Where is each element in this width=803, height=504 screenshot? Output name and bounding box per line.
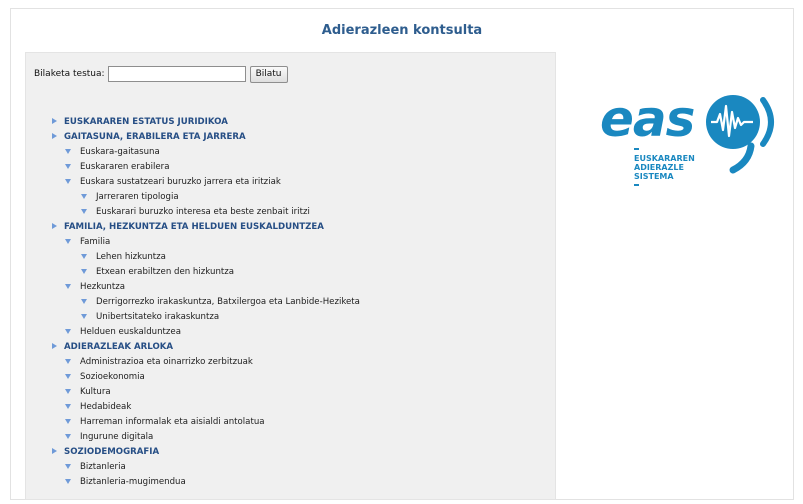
logo-line: ADIERAZLE [634, 163, 684, 172]
tree-item-label[interactable]: Ingurune digitala [68, 430, 153, 445]
tree-item-label[interactable]: Helduen euskalduntzea [68, 325, 181, 340]
expanded-arrow-icon[interactable] [65, 284, 71, 289]
expanded-arrow-icon[interactable] [65, 479, 71, 484]
tree-item-label[interactable]: Sozioekonomia [68, 370, 145, 385]
expanded-arrow-icon[interactable] [65, 419, 71, 424]
tree-item[interactable]: Unibertsitateko irakaskuntza [52, 310, 360, 325]
expanded-arrow-icon[interactable] [65, 239, 71, 244]
logo-line: SISTEMA [634, 172, 674, 181]
tree-item-label[interactable]: Hezkuntza [68, 280, 125, 295]
tree-item-label[interactable]: GAITASUNA, ERABILERA ETA JARRERA [52, 130, 246, 145]
collapsed-arrow-icon[interactable] [52, 223, 57, 229]
tree-item[interactable]: Derrigorrezko irakaskuntza, Batxilergoa … [52, 295, 360, 310]
tree-item-label[interactable]: Familia [68, 235, 110, 250]
expanded-arrow-icon[interactable] [65, 374, 71, 379]
tree-item[interactable]: Hezkuntza [52, 280, 360, 295]
expanded-arrow-icon[interactable] [65, 389, 71, 394]
tree-item-label[interactable]: FAMILIA, HEZKUNTZA ETA HELDUEN EUSKALDUN… [52, 220, 324, 235]
tree-item-label[interactable]: Etxean erabiltzen den hizkuntza [84, 265, 234, 280]
collapsed-arrow-icon[interactable] [52, 133, 57, 139]
search-input[interactable] [107, 66, 246, 82]
tree-item[interactable]: Lehen hizkuntza [52, 250, 360, 265]
expanded-arrow-icon[interactable] [65, 434, 71, 439]
tree-item[interactable]: Euskarari buruzko interesa eta beste zen… [52, 205, 360, 220]
tree-category[interactable]: EUSKARAREN ESTATUS JURIDIKOA [52, 115, 360, 130]
collapsed-arrow-icon[interactable] [52, 448, 57, 454]
search-bar: Bilaketa testua: Bilatu [34, 65, 288, 83]
collapsed-arrow-icon[interactable] [52, 343, 57, 349]
tree-category[interactable]: GAITASUNA, ERABILERA ETA JARRERA [52, 130, 360, 145]
search-label: Bilaketa testua: [34, 69, 105, 79]
tree-item-label[interactable]: Kultura [68, 385, 111, 400]
expanded-arrow-icon[interactable] [81, 314, 87, 319]
tree-category[interactable]: SOZIODEMOGRAFIA [52, 445, 360, 460]
tree-item[interactable]: Harreman informalak eta aisialdi antolat… [52, 415, 360, 430]
logo-line: EUSKARAREN [634, 154, 695, 163]
tree-item-label[interactable]: Harreman informalak eta aisialdi antolat… [68, 415, 265, 430]
tree-item-label[interactable]: Derrigorrezko irakaskuntza, Batxilergoa … [84, 295, 360, 310]
tree-item[interactable]: Etxean erabiltzen den hizkuntza [52, 265, 360, 280]
tree-item[interactable]: Helduen euskalduntzea [52, 325, 360, 340]
expanded-arrow-icon[interactable] [81, 299, 87, 304]
tree-item[interactable]: Euskara-gaitasuna [52, 145, 360, 160]
query-panel: Bilaketa testua: Bilatu EUSKARAREN ESTAT… [25, 52, 556, 500]
expanded-arrow-icon[interactable] [65, 164, 71, 169]
eas-logo: eas EUSKARAREN ADIERAZLE SISTEMA [600, 90, 800, 200]
tree-item-label[interactable]: Biztanleria [68, 460, 126, 475]
expanded-arrow-icon[interactable] [81, 209, 87, 214]
expanded-arrow-icon[interactable] [65, 404, 71, 409]
logo-wordmark: eas [600, 90, 695, 148]
logo-dash [634, 148, 639, 150]
tree-item[interactable]: Jarreraren tipologia [52, 190, 360, 205]
indicator-tree: EUSKARAREN ESTATUS JURIDIKOA GAITASUNA, E… [52, 115, 360, 490]
expanded-arrow-icon[interactable] [65, 179, 71, 184]
expanded-arrow-icon[interactable] [81, 269, 87, 274]
tree-item-label[interactable]: Euskara-gaitasuna [68, 145, 160, 160]
tree-item[interactable]: Hedabideak [52, 400, 360, 415]
tree-item[interactable]: Euskara sustatzeari buruzko jarrera eta … [52, 175, 360, 190]
tree-item[interactable]: Ingurune digitala [52, 430, 360, 445]
tree-item-label[interactable]: ADIERAZLEAK ARLOKA [52, 340, 173, 355]
expanded-arrow-icon[interactable] [65, 464, 71, 469]
expanded-arrow-icon[interactable] [81, 254, 87, 259]
tree-category[interactable]: FAMILIA, HEZKUNTZA ETA HELDUEN EUSKALDUN… [52, 220, 360, 235]
search-button[interactable]: Bilatu [249, 65, 288, 83]
collapsed-arrow-icon[interactable] [52, 118, 57, 124]
expanded-arrow-icon[interactable] [65, 359, 71, 364]
tree-item-label[interactable]: Euskara sustatzeari buruzko jarrera eta … [68, 175, 281, 190]
tree-item[interactable]: Sozioekonomia [52, 370, 360, 385]
page-title: Adierazleen kontsulta [321, 23, 483, 38]
expanded-arrow-icon[interactable] [65, 149, 71, 154]
tree-item-label[interactable]: SOZIODEMOGRAFIA [52, 445, 159, 460]
tree-item-label[interactable]: Lehen hizkuntza [84, 250, 166, 265]
tree-item-label[interactable]: Hedabideak [68, 400, 131, 415]
tree-item-label[interactable]: EUSKARAREN ESTATUS JURIDIKOA [52, 115, 228, 130]
tree-item-label[interactable]: Biztanleria-mugimendua [68, 475, 186, 490]
tree-item[interactable]: Familia [52, 235, 360, 250]
expanded-arrow-icon[interactable] [65, 329, 71, 334]
speech-waveform-icon [706, 95, 774, 174]
expanded-arrow-icon[interactable] [81, 194, 87, 199]
tree-item[interactable]: Administrazioa eta oinarrizko zerbitzuak [52, 355, 360, 370]
tree-category[interactable]: ADIERAZLEAK ARLOKA [52, 340, 360, 355]
tree-item[interactable]: Kultura [52, 385, 360, 400]
tree-item-label[interactable]: Euskarari buruzko interesa eta beste zen… [84, 205, 310, 220]
logo-dash [634, 184, 639, 186]
page-frame: Adierazleen kontsulta Bilaketa testua: B… [10, 8, 794, 500]
tree-item-label[interactable]: Jarreraren tipologia [84, 190, 179, 205]
tree-item-label[interactable]: Unibertsitateko irakaskuntza [84, 310, 219, 325]
tree-item[interactable]: Euskararen erabilera [52, 160, 360, 175]
tree-item-label[interactable]: Administrazioa eta oinarrizko zerbitzuak [68, 355, 253, 370]
tree-item[interactable]: Biztanleria-mugimendua [52, 475, 360, 490]
tree-item[interactable]: Biztanleria [52, 460, 360, 475]
tree-item-label[interactable]: Euskararen erabilera [68, 160, 169, 175]
